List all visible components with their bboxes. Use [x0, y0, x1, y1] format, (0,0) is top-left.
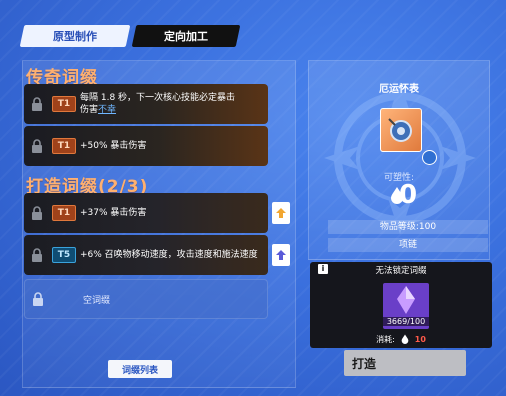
item-icon[interactable] [380, 108, 422, 152]
upgrade-arrow-icon [276, 250, 286, 260]
crystal-icon [397, 286, 415, 314]
affix-list-button[interactable]: 词缀列表 [108, 360, 172, 378]
material-count: 3669/100 [383, 317, 429, 326]
upgrade-arrow-icon [276, 208, 286, 218]
emblem-decoration-icon [324, 82, 476, 234]
item-badge-icon [422, 150, 437, 165]
tier-badge: T5 [52, 247, 76, 263]
tier-badge: T1 [52, 138, 76, 154]
plasticity-drop-icon [401, 334, 409, 344]
item-slot: 项链 [328, 238, 488, 252]
lock-icon[interactable] [30, 205, 44, 221]
empty-affix-label: 空词缀 [83, 295, 111, 306]
item-name: 厄运怀表 [379, 84, 419, 95]
affix-text-tail: 伤害 [80, 105, 99, 115]
affix-text: +50% 暴击伤害 [80, 141, 147, 151]
affix-text: 每隔 1.8 秒，下一次核心技能必定暴击 伤害不幸 [80, 92, 260, 116]
lock-icon[interactable] [30, 96, 44, 112]
forge-affix-row-2[interactable]: T5 +6% 召唤物移动速度，攻击速度和施法速度 [24, 235, 268, 275]
forge-button[interactable]: 打造 [344, 350, 466, 376]
lock-icon[interactable] [30, 247, 44, 263]
legend-affix-row-1[interactable]: T1 每隔 1.8 秒，下一次核心技能必定暴击 伤害不幸 [24, 84, 268, 124]
plasticity-value: 0 [398, 180, 418, 210]
cost-label: 消耗: [376, 334, 395, 344]
item-level: 物品等级:100 [328, 220, 488, 234]
affix-text: +6% 召唤物移动速度，攻击速度和施法速度 [80, 250, 258, 260]
tab-directed-crafting-label: 定向加工 [164, 30, 208, 43]
tier-badge: T1 [52, 96, 76, 112]
pocket-watch-icon [388, 118, 412, 142]
lock-icon[interactable] [31, 291, 45, 307]
cost-value: 10 [414, 334, 426, 344]
upgrade-button-2[interactable] [272, 244, 290, 266]
legend-affix-row-2[interactable]: T1 +50% 暴击伤害 [24, 126, 268, 166]
tier-badge: T1 [52, 205, 76, 221]
tab-prototype-label: 原型制作 [53, 30, 97, 43]
affix-text: +37% 暴击伤害 [80, 208, 147, 218]
lock-icon[interactable] [30, 138, 44, 154]
cost-row: 消耗: 10 [310, 333, 492, 345]
unlucky-link[interactable]: 不幸 [98, 105, 116, 115]
empty-affix-slot[interactable]: 空词缀 [24, 279, 268, 319]
affix-text-line: 每隔 1.8 秒，下一次核心技能必定暴击 [80, 93, 236, 103]
lock-affix-title: 无法锁定词缀 [375, 266, 427, 276]
upgrade-button-1[interactable] [272, 202, 290, 224]
tab-directed-crafting[interactable]: 定向加工 [131, 25, 241, 47]
forge-affix-row-1[interactable]: T1 +37% 暴击伤害 [24, 193, 268, 233]
tab-prototype[interactable]: 原型制作 [19, 25, 131, 47]
